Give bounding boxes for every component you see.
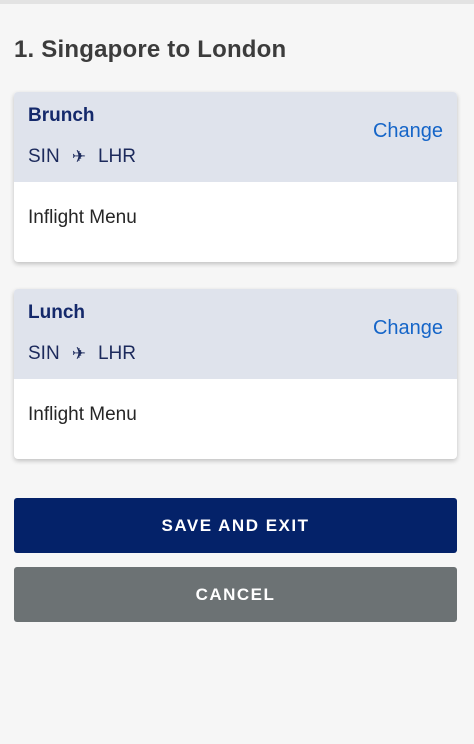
meal-menu-label: Inflight Menu bbox=[28, 404, 137, 425]
airplane-icon: ✈ bbox=[71, 147, 86, 166]
meal-card-body: Inflight Menu bbox=[14, 182, 457, 262]
meal-selection-page: 1. Singapore to London Brunch SIN ✈ LHR … bbox=[0, 0, 474, 744]
route-destination: LHR bbox=[97, 146, 136, 167]
meal-card-header: Lunch SIN ✈ LHR Change bbox=[14, 289, 457, 379]
change-meal-link[interactable]: Change bbox=[373, 120, 443, 143]
meal-name: Lunch bbox=[28, 302, 85, 323]
save-and-exit-button[interactable]: SAVE AND EXIT bbox=[14, 498, 457, 553]
change-meal-link[interactable]: Change bbox=[373, 317, 443, 340]
meal-card-header: Brunch SIN ✈ LHR Change bbox=[14, 92, 457, 182]
flight-route: SIN ✈ LHR bbox=[28, 343, 136, 365]
cancel-button[interactable]: CANCEL bbox=[14, 567, 457, 622]
meal-card-body: Inflight Menu bbox=[14, 379, 457, 459]
route-origin: SIN bbox=[28, 343, 60, 364]
route-destination: LHR bbox=[97, 343, 136, 364]
meal-name: Brunch bbox=[28, 105, 95, 126]
section-title: 1. Singapore to London bbox=[14, 36, 287, 63]
meal-menu-label: Inflight Menu bbox=[28, 207, 137, 228]
meal-card-lunch: Lunch SIN ✈ LHR Change Inflight Menu bbox=[14, 289, 457, 459]
airplane-icon: ✈ bbox=[71, 344, 86, 363]
route-origin: SIN bbox=[28, 146, 60, 167]
flight-route: SIN ✈ LHR bbox=[28, 146, 136, 168]
meal-card-brunch: Brunch SIN ✈ LHR Change Inflight Menu bbox=[14, 92, 457, 262]
